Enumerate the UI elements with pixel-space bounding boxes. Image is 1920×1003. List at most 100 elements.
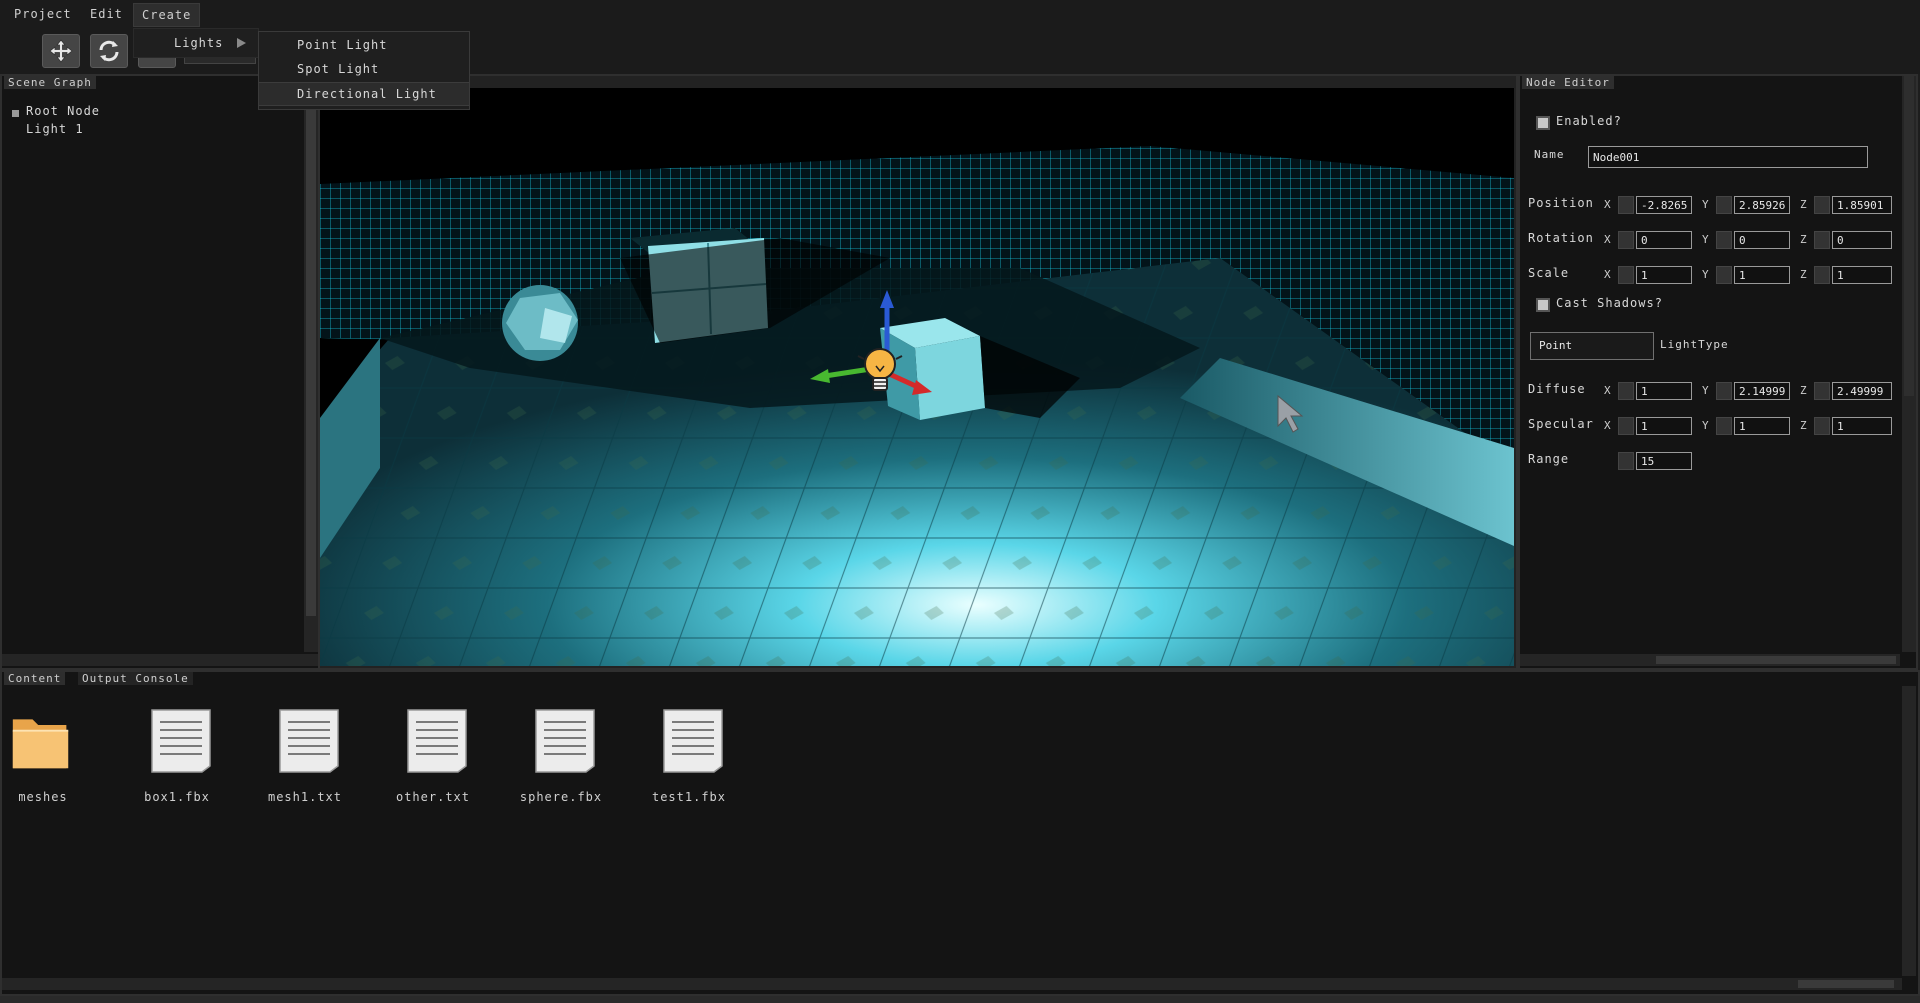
rotation-x-spinner[interactable] — [1618, 231, 1634, 249]
node-editor-vscrollbar[interactable] — [1902, 76, 1916, 652]
rotation-x-input[interactable]: 0 — [1636, 231, 1692, 249]
range-spinner[interactable] — [1618, 452, 1634, 470]
specular-y-input[interactable]: 1 — [1734, 417, 1790, 435]
position-label: Position — [1528, 196, 1594, 210]
scrollbar-thumb[interactable] — [1656, 656, 1896, 664]
rotation-y-input[interactable]: 0 — [1734, 231, 1790, 249]
diffuse-z-spinner[interactable] — [1814, 382, 1830, 400]
scrollbar-thumb[interactable] — [306, 96, 316, 616]
position-x-spinner[interactable] — [1618, 196, 1634, 214]
document-icon — [279, 709, 339, 773]
rotation-z-input[interactable]: 0 — [1832, 231, 1892, 249]
node-editor-tab[interactable]: Node Editor — [1522, 76, 1614, 89]
move-tool-button[interactable] — [42, 34, 80, 68]
specular-z-spinner[interactable] — [1814, 417, 1830, 435]
diffuse-label: Diffuse — [1528, 382, 1586, 396]
light-type-dropdown[interactable]: Point — [1530, 332, 1654, 360]
scale-y-spinner[interactable] — [1716, 266, 1732, 284]
lights-submenu: Point Light Spot Light Directional Light — [258, 31, 470, 110]
scale-z-spinner[interactable] — [1814, 266, 1830, 284]
specular-x-input[interactable]: 1 — [1636, 417, 1692, 435]
menu-item-lights[interactable]: Lights — [174, 32, 223, 54]
diffuse-z-input[interactable]: 2.49999 — [1832, 382, 1892, 400]
content-vscrollbar[interactable] — [1902, 686, 1916, 976]
menu-project[interactable]: Project — [6, 3, 80, 25]
position-z-input[interactable]: 1.85901 — [1832, 196, 1892, 214]
scale-z-input[interactable]: 1 — [1832, 266, 1892, 284]
file-item-mesh1[interactable]: mesh1.txt — [250, 700, 360, 810]
specular-z-input[interactable]: 1 — [1832, 417, 1892, 435]
content-panel: Content Output Console meshes box1.fbx m… — [0, 670, 1920, 996]
scrollbar-thumb[interactable] — [1798, 980, 1894, 988]
specular-x-spinner[interactable] — [1618, 417, 1634, 435]
scene-graph-panel: Scene Graph Root Node Light 1 — [0, 74, 322, 670]
range-input[interactable]: 15 — [1636, 452, 1692, 470]
position-y-spinner[interactable] — [1716, 196, 1732, 214]
document-icon — [407, 709, 467, 773]
scale-x-axis: X — [1604, 268, 1611, 281]
rotation-z-spinner[interactable] — [1814, 231, 1830, 249]
position-x-input[interactable]: -2.8265 — [1636, 196, 1692, 214]
name-label: Name — [1534, 148, 1565, 161]
position-z-axis: Z — [1800, 198, 1807, 211]
file-item-box1[interactable]: box1.fbx — [122, 700, 232, 810]
scene-graph-hscrollbar[interactable] — [2, 654, 318, 666]
scale-y-input[interactable]: 1 — [1734, 266, 1790, 284]
scale-x-spinner[interactable] — [1618, 266, 1634, 284]
position-z-spinner[interactable] — [1814, 196, 1830, 214]
diffuse-x-input[interactable]: 1 — [1636, 382, 1692, 400]
specular-y-spinner[interactable] — [1716, 417, 1732, 435]
node-editor-hscrollbar[interactable] — [1520, 654, 1900, 666]
rotation-label: Rotation — [1528, 231, 1594, 245]
file-label: meshes — [18, 790, 68, 804]
tree-item-light-1[interactable]: Light 1 — [26, 122, 84, 136]
tree-item-root-node[interactable]: Root Node — [26, 104, 100, 118]
file-item-other[interactable]: other.txt — [378, 700, 488, 810]
range-label: Range — [1528, 452, 1570, 466]
diffuse-x-spinner[interactable] — [1618, 382, 1634, 400]
move-arrows-icon — [49, 39, 73, 63]
file-item-test1[interactable]: test1.fbx — [634, 700, 744, 810]
diffuse-y-input[interactable]: 2.14999 — [1734, 382, 1790, 400]
file-label: test1.fbx — [651, 790, 727, 804]
menu-create[interactable]: Create — [133, 3, 201, 27]
scene-viewport[interactable] — [320, 88, 1514, 666]
diffuse-y-axis: Y — [1702, 384, 1709, 397]
rotation-y-spinner[interactable] — [1716, 231, 1732, 249]
expand-icon[interactable] — [12, 110, 19, 117]
file-label: sphere.fbx — [519, 790, 603, 804]
document-icon — [535, 709, 595, 773]
scale-y-axis: Y — [1702, 268, 1709, 281]
rotation-x-axis: X — [1604, 233, 1611, 246]
menu-item-spot-light[interactable]: Spot Light — [259, 58, 469, 80]
scene-graph-vscrollbar[interactable] — [304, 76, 318, 652]
specular-y-axis: Y — [1702, 419, 1709, 432]
document-icon — [663, 709, 723, 773]
scene-render — [320, 146, 1514, 666]
file-label: other.txt — [395, 790, 471, 804]
scale-x-input[interactable]: 1 — [1636, 266, 1692, 284]
menu-edit[interactable]: Edit — [82, 3, 131, 25]
scene-graph-tab[interactable]: Scene Graph — [4, 76, 96, 89]
file-item-sphere[interactable]: sphere.fbx — [506, 700, 616, 810]
menu-item-point-light[interactable]: Point Light — [259, 34, 469, 56]
enabled-checkbox[interactable] — [1536, 116, 1550, 130]
node-editor-panel: Node Editor Enabled? Name Node001 Positi… — [1518, 74, 1918, 670]
content-tab[interactable]: Content — [4, 672, 66, 685]
file-item-meshes[interactable]: meshes — [0, 700, 98, 810]
scale-label: Scale — [1528, 266, 1570, 280]
cast-shadows-checkbox[interactable] — [1536, 298, 1550, 312]
diffuse-y-spinner[interactable] — [1716, 382, 1732, 400]
rotate-tool-button[interactable] — [90, 34, 128, 68]
name-input[interactable]: Node001 — [1588, 146, 1868, 168]
status-bar — [0, 996, 1920, 1003]
menu-item-directional-light[interactable]: Directional Light — [259, 82, 469, 106]
enabled-label: Enabled? — [1556, 114, 1622, 128]
position-y-axis: Y — [1702, 198, 1709, 211]
position-y-input[interactable]: 2.85926 — [1734, 196, 1790, 214]
specular-label: Specular — [1528, 417, 1594, 431]
diffuse-z-axis: Z — [1800, 384, 1807, 397]
content-hscrollbar[interactable] — [2, 978, 1902, 990]
output-console-tab[interactable]: Output Console — [78, 672, 193, 685]
scrollbar-thumb[interactable] — [1904, 76, 1914, 396]
